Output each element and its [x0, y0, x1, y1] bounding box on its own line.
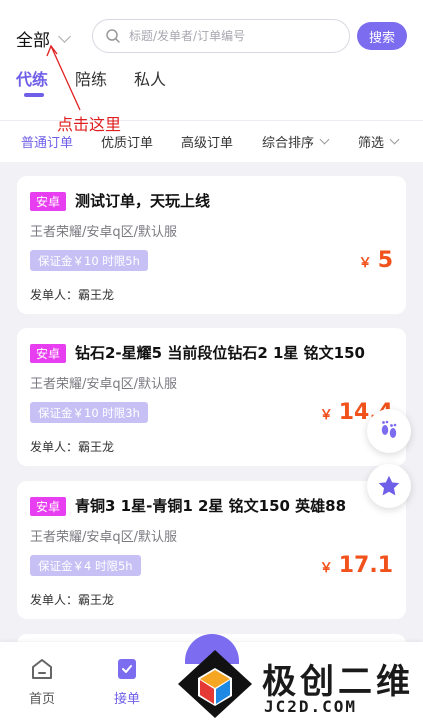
deposit-tag: 保证金￥4 时限5h: [30, 555, 141, 576]
sort-dropdown[interactable]: 综合排序: [262, 132, 330, 151]
nav-label: 接单: [113, 692, 140, 707]
filter-label: 筛选: [358, 136, 385, 151]
filter-label: 高级订单: [181, 136, 234, 151]
order-issuer: 发单人：霸王龙: [30, 593, 115, 607]
order-title: 测试订单，天玩上线: [75, 192, 211, 210]
search-box[interactable]: [92, 19, 350, 53]
nav-home[interactable]: 首页: [12, 656, 72, 707]
order-title: 青铜3 1星-青铜1 2星 铭文150 英雄88: [75, 497, 347, 515]
deposit-tag: 保证金￥10 时限5h: [30, 250, 148, 271]
watermark-logo: 极创二维 JC2D.COM: [176, 648, 423, 720]
annotation-text: 点击这里: [57, 115, 122, 134]
order-issuer: 发单人：霸王龙: [30, 440, 115, 454]
price-value: 17.1: [338, 553, 393, 578]
top-bar: 全部 搜索 代练 陪练 私人: [0, 0, 423, 120]
region-label: 全部: [16, 31, 50, 51]
order-issuer: 发单人：霸王龙: [30, 288, 115, 302]
order-game: 王者荣耀/安卓q区/默认服: [30, 530, 178, 545]
order-price: ￥ 5: [359, 248, 393, 273]
order-title: 钻石2-星耀5 当前段位钻石2 1星 铭文150: [75, 344, 365, 362]
deposit-tag: 保证金￥10 时限3h: [30, 402, 148, 423]
footprint-icon: [381, 420, 397, 438]
filter-dropdown[interactable]: 筛选: [358, 132, 400, 151]
cube-logo-icon: [178, 650, 252, 718]
order-price: ￥ 17.1: [320, 553, 393, 578]
platform-badge: 安卓: [30, 192, 66, 211]
platform-badge: 安卓: [30, 497, 66, 516]
order-icon: [118, 659, 136, 679]
filter-label: 综合排序: [262, 136, 315, 151]
currency-symbol: ￥: [319, 408, 333, 423]
favorite-button[interactable]: [367, 464, 411, 508]
region-selector[interactable]: 全部: [16, 26, 71, 51]
star-icon: [378, 475, 400, 496]
platform-badge: 安卓: [30, 344, 66, 363]
footprint-button[interactable]: [367, 409, 411, 453]
order-card[interactable]: 安卓 青铜3 1星-青铜1 2星 铭文150 英雄88 王者荣耀/安卓q区/默认…: [17, 481, 406, 619]
order-card[interactable]: 安卓 钻石2-星耀5 当前段位钻石2 1星 铭文150 王者荣耀/安卓q区/默认…: [17, 328, 406, 466]
home-icon: [32, 659, 52, 679]
order-card[interactable]: 安卓 测试订单，天玩上线 王者荣耀/安卓q区/默认服 保证金￥10 时限5h ￥…: [17, 176, 406, 314]
tab-peilian[interactable]: 陪练: [75, 66, 107, 90]
chevron-down-icon: [319, 134, 330, 145]
search-icon: [106, 29, 120, 43]
search-input[interactable]: [129, 29, 329, 43]
chevron-down-icon: [58, 29, 71, 43]
nav-orders[interactable]: 接单: [97, 656, 157, 707]
search-button[interactable]: 搜索: [357, 22, 407, 50]
category-tabs: 代练 陪练 私人: [16, 66, 166, 90]
order-game: 王者荣耀/安卓q区/默认服: [30, 225, 178, 240]
currency-symbol: ￥: [319, 561, 333, 576]
watermark-text: 极创二维: [262, 662, 414, 702]
nav-label: 首页: [28, 692, 55, 707]
chevron-down-icon: [389, 134, 400, 145]
tab-siren[interactable]: 私人: [134, 66, 166, 90]
price-value: 5: [377, 248, 393, 273]
filter-advanced-orders[interactable]: 高级订单: [181, 132, 233, 151]
currency-symbol: ￥: [358, 256, 372, 271]
tab-dailian[interactable]: 代练: [16, 66, 48, 90]
active-tab-indicator: [24, 93, 44, 97]
watermark-subtext: JC2D.COM: [264, 697, 358, 716]
order-game: 王者荣耀/安卓q区/默认服: [30, 377, 178, 392]
